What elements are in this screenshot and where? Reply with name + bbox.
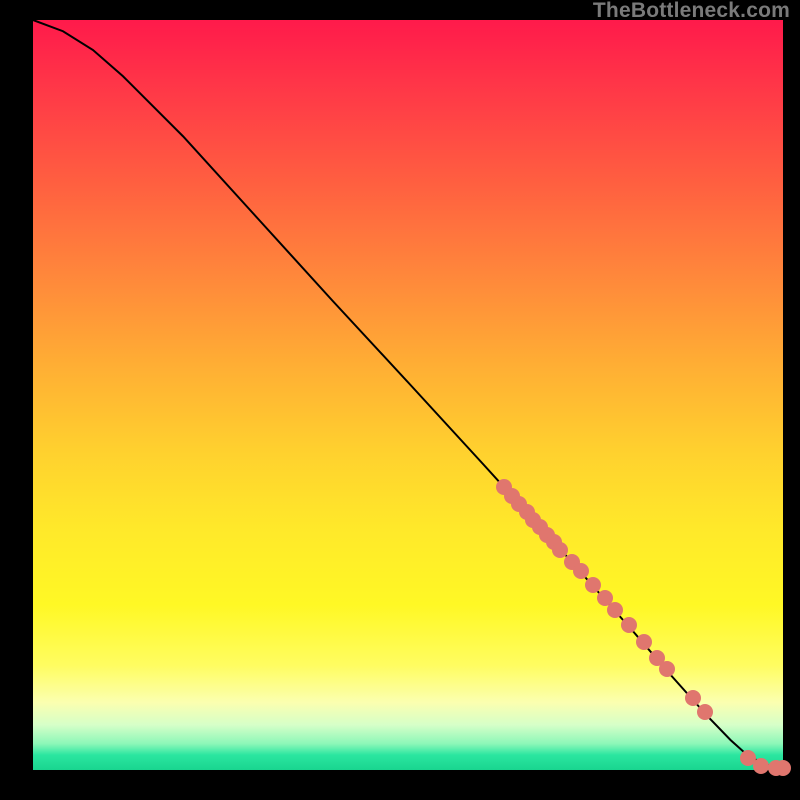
highlight-dot [607, 602, 623, 618]
highlight-dot [621, 617, 637, 633]
plot-area [33, 20, 783, 770]
highlight-dot [573, 563, 589, 579]
chart-frame: { "attribution": "TheBottleneck.com", "c… [0, 0, 800, 800]
highlight-dot [685, 690, 701, 706]
highlight-dot [775, 760, 791, 776]
highlight-dot [753, 758, 769, 774]
highlight-dot [697, 704, 713, 720]
bottleneck-curve [33, 20, 783, 768]
highlight-dot [636, 634, 652, 650]
highlight-dot [659, 661, 675, 677]
attribution-text: TheBottleneck.com [593, 0, 790, 21]
highlight-dot [585, 577, 601, 593]
curve-svg [33, 20, 783, 770]
